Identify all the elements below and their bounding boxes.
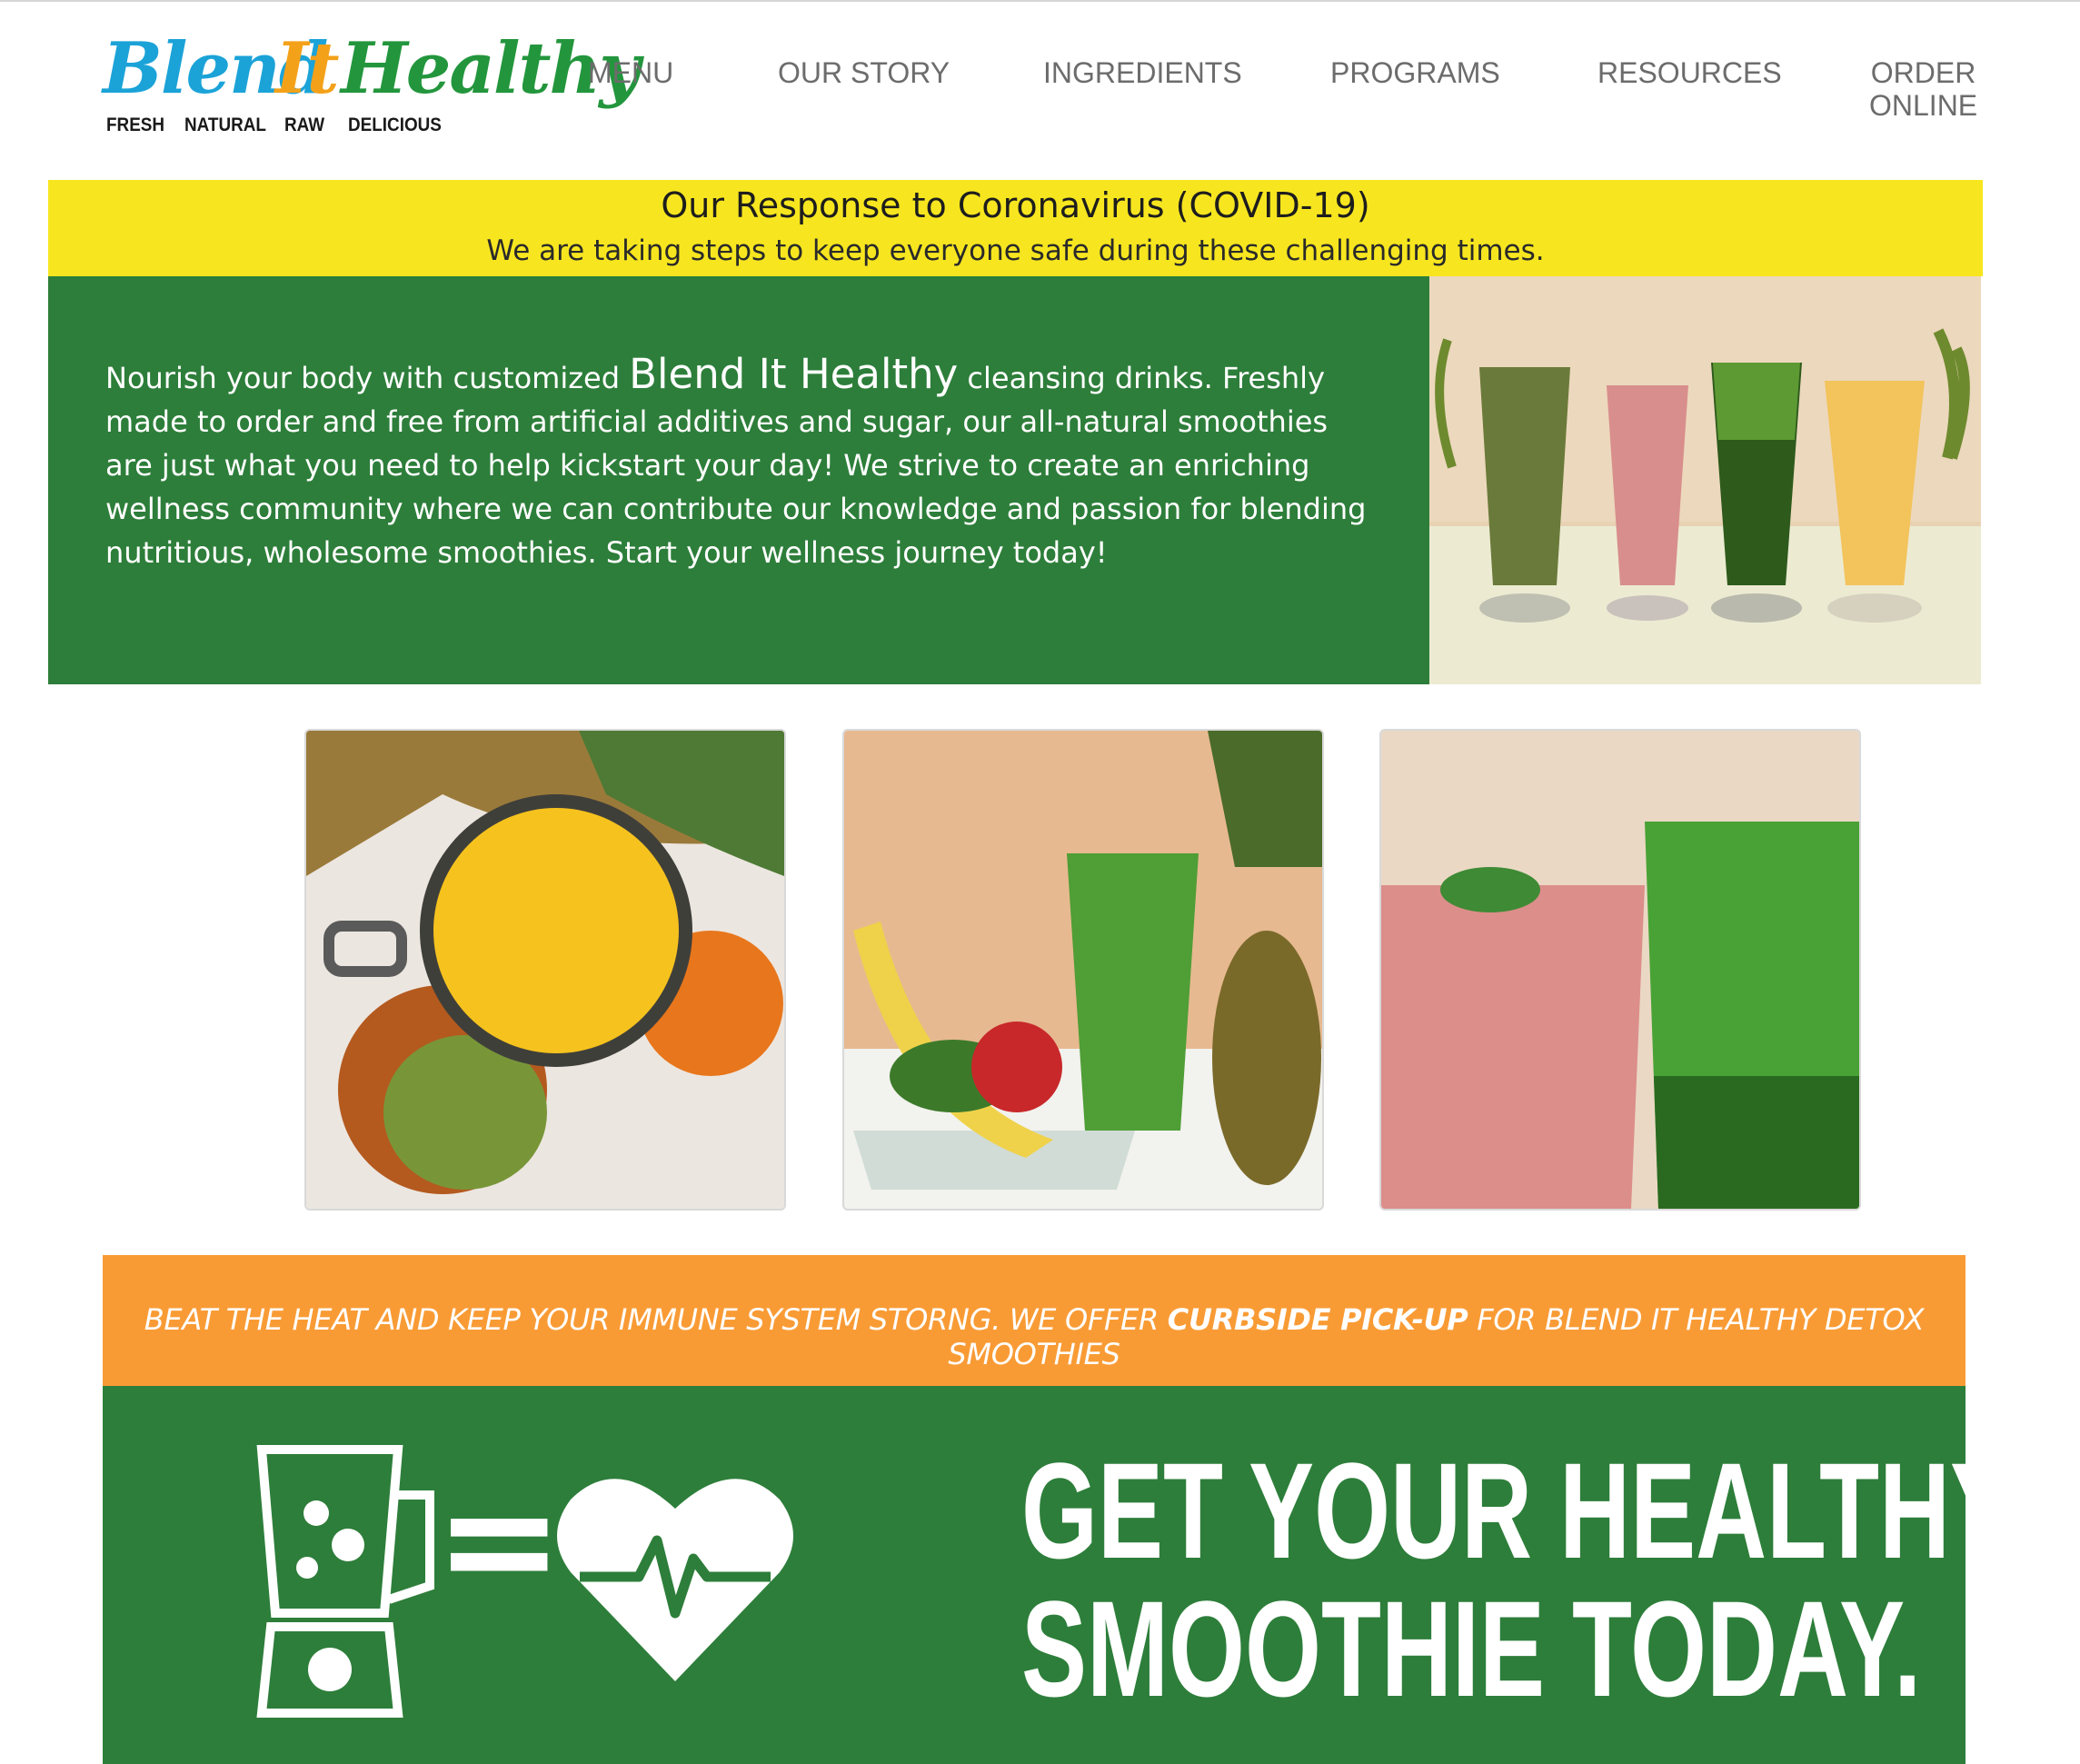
- nav-order-line2: ONLINE: [1869, 89, 1978, 122]
- covid-subtitle: We are taking steps to keep everyone saf…: [486, 234, 1545, 267]
- hero-text-before: Nourish your body with customized: [105, 361, 630, 395]
- brand-logo[interactable]: Blend It Healthy FRESH NATURAL RAW DELIC…: [103, 18, 641, 145]
- promo-banner[interactable]: BEAT THE HEAT AND KEEP YOUR IMMUNE SYSTE…: [103, 1255, 1966, 1386]
- logo-tag-natural: NATURAL: [184, 115, 266, 135]
- nav-order-online[interactable]: ORDER ONLINE: [1869, 56, 1977, 122]
- covid-title: Our Response to Coronavirus (COVID-19): [661, 185, 1370, 225]
- cta-banner[interactable]: = GET YOUR HEALTHY SMOOTHIE TODAY.: [103, 1386, 2016, 1764]
- photo-mango-juice: [304, 729, 786, 1211]
- logo-tag-fresh: FRESH: [106, 115, 165, 135]
- hero-text-panel: Nourish your body with customized Blend …: [48, 276, 1429, 684]
- hero-brand-name: Blend It Healthy: [629, 350, 959, 398]
- logo-tag-raw: RAW: [284, 115, 325, 135]
- heart-pulse-icon: [552, 1463, 798, 1694]
- top-border: [0, 0, 2080, 2]
- blender-icon: [253, 1440, 434, 1726]
- nav-menu[interactable]: MENU: [588, 56, 673, 89]
- hero-paragraph: Nourish your body with customized Blend …: [105, 353, 1378, 574]
- nav-order-line1: ORDER: [1870, 56, 1976, 89]
- photo-green-smoothie-fruit: [842, 729, 1324, 1211]
- equals-sign: =: [434, 1450, 564, 1630]
- logo-word-it: It: [275, 27, 340, 110]
- logo-tag-delicious: DELICIOUS: [348, 115, 442, 135]
- promo-curbside: CURBSIDE PICK-UP: [1167, 1302, 1468, 1337]
- nav-our-story[interactable]: OUR STORY: [778, 56, 950, 89]
- cta-line-2: SMOOTHIE TODAY.: [1021, 1572, 1922, 1725]
- covid-banner[interactable]: Our Response to Coronavirus (COVID-19) W…: [48, 180, 1983, 276]
- nav-ingredients[interactable]: INGREDIENTS: [1043, 56, 1242, 89]
- nav-programs[interactable]: PROGRAMS: [1330, 56, 1500, 89]
- nav-resources[interactable]: RESOURCES: [1597, 56, 1782, 89]
- promo-text-before: BEAT THE HEAT AND KEEP YOUR IMMUNE SYSTE…: [144, 1302, 1168, 1337]
- promo-text: BEAT THE HEAT AND KEEP YOUR IMMUNE SYSTE…: [103, 1302, 1966, 1371]
- photo-pink-green-smoothies: [1379, 729, 1861, 1211]
- hero-smoothies-photo: [1429, 276, 1981, 684]
- cta-line-1: GET YOUR HEALTHY: [1021, 1434, 2016, 1587]
